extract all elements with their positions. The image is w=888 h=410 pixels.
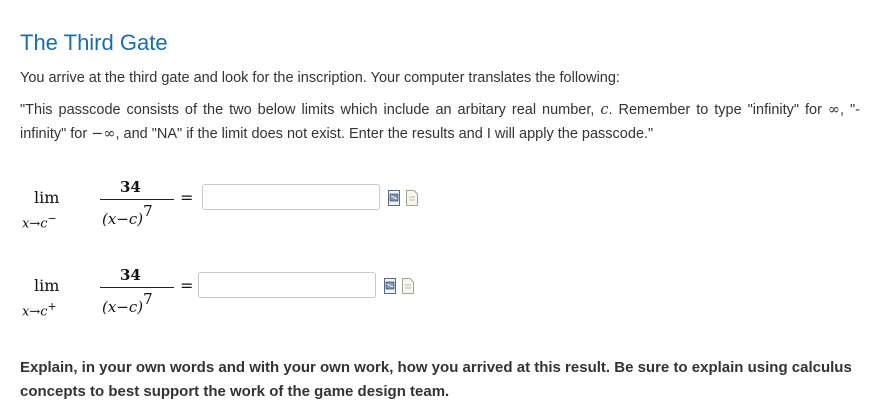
intro-text: You arrive at the third gate and look fo… xyxy=(20,70,620,86)
inscription-part1: "This passcode consists of the two below… xyxy=(20,102,601,118)
lim-direction: − xyxy=(47,212,57,225)
lim-label: lim xyxy=(34,188,60,207)
equation-editor-icon[interactable] xyxy=(402,278,414,294)
equals-sign: = xyxy=(180,188,194,207)
exponent: 7 xyxy=(143,290,153,308)
lim-subscript: x→c+ xyxy=(22,300,57,320)
variable-c: c xyxy=(600,102,609,118)
page-title: The Third Gate xyxy=(20,30,168,55)
answer-input-right-limit[interactable] xyxy=(198,272,376,298)
exponent: 7 xyxy=(143,202,153,220)
equation-editor-icon[interactable] xyxy=(406,190,418,206)
lim-subscript: x→c− xyxy=(22,212,57,232)
answer-input-left-limit[interactable] xyxy=(202,184,380,210)
fraction-bar xyxy=(100,199,174,200)
inscription-text: "This passcode consists of the two below… xyxy=(20,98,860,146)
infinity-symbol: ∞ xyxy=(827,102,840,118)
lim-label: lim xyxy=(34,276,60,295)
lim-direction: + xyxy=(47,300,57,313)
limit-row-left: lim x→c− 34 (x−c)7 = xyxy=(20,172,440,232)
fraction-bar xyxy=(100,287,174,288)
neg-infinity-symbol: −∞ xyxy=(91,126,116,142)
inscription-part4: , and "NA" if the limit does not exist. … xyxy=(115,126,654,142)
inscription-part2: . Remember to type "infinity" for xyxy=(608,102,828,118)
equals-sign: = xyxy=(180,276,194,295)
denominator: (x−c)7 xyxy=(102,202,153,228)
denominator: (x−c)7 xyxy=(102,290,153,316)
explain-prompt: Explain, in your own words and with your… xyxy=(20,359,852,400)
numerator: 34 xyxy=(120,266,141,284)
preview-icon[interactable] xyxy=(384,278,396,294)
limit-row-right: lim x→c+ 34 (x−c)7 = xyxy=(20,262,440,322)
numerator: 34 xyxy=(120,178,141,196)
preview-icon[interactable] xyxy=(388,190,400,206)
